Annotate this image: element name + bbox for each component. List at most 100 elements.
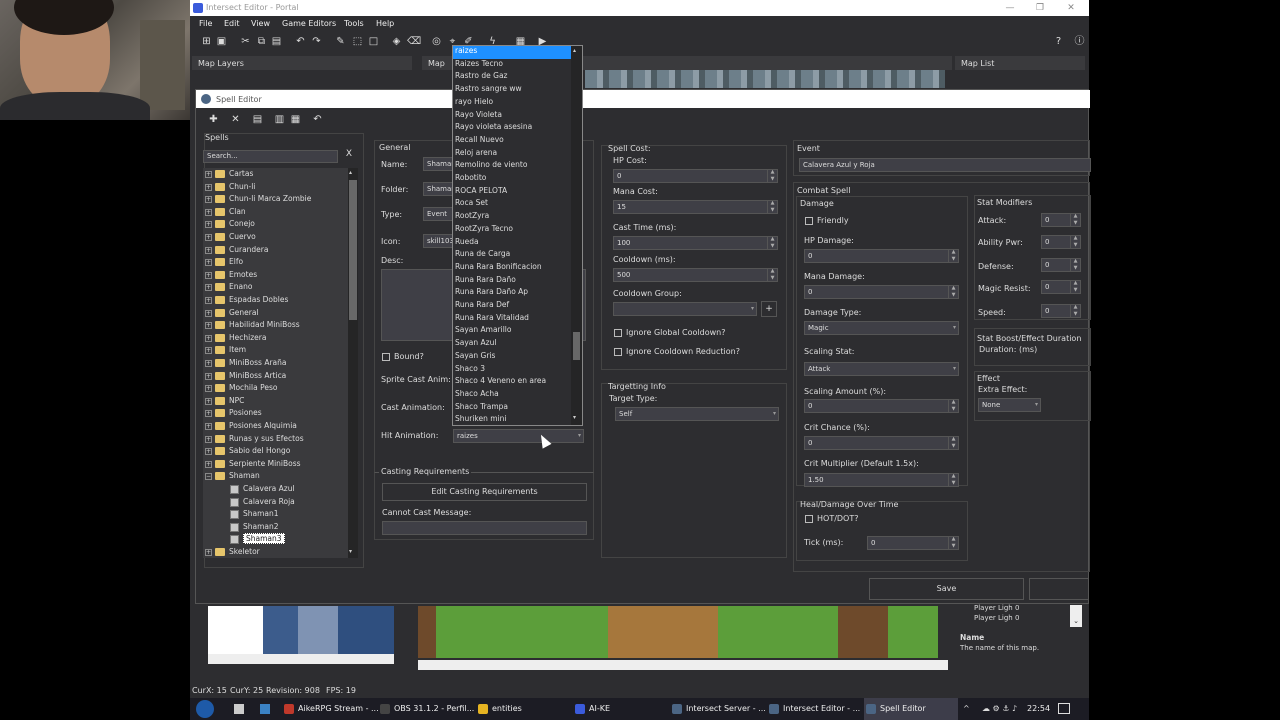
- hot-dot-checkbox[interactable]: [805, 515, 813, 523]
- menu-game-editors[interactable]: Game Editors: [282, 19, 336, 28]
- tree-scroll-up-icon[interactable]: ▴: [349, 169, 352, 176]
- menu-tools[interactable]: Tools: [344, 19, 364, 28]
- animation-option[interactable]: Rayo violeta asesina: [453, 122, 572, 135]
- map-tab-title[interactable]: Map: [428, 59, 445, 68]
- animation-option[interactable]: Shaco Acha: [453, 389, 572, 402]
- tree-folder[interactable]: + Serpiente MiniBoss: [203, 458, 348, 471]
- magic-resist-spinner-icon[interactable]: ▲ ▼: [1070, 281, 1080, 293]
- tree-folder[interactable]: + Espadas Dobles: [203, 294, 348, 307]
- menu-help[interactable]: Help: [376, 19, 394, 28]
- tree-folder[interactable]: + NPC: [203, 395, 348, 408]
- edit-casting-requirements-button[interactable]: Edit Casting Requirements: [382, 483, 587, 501]
- scaling-stat-arrow-icon[interactable]: ▾: [953, 365, 956, 372]
- mana-damage-input[interactable]: 0 ▲ ▼: [804, 285, 959, 299]
- tree-folder[interactable]: + Cartas: [203, 168, 348, 181]
- anim-scroll-up-icon[interactable]: ▴: [573, 47, 576, 54]
- add-cooldown-group-button[interactable]: +: [761, 301, 777, 317]
- copy-icon[interactable]: ⧉: [256, 36, 267, 47]
- cast-time-input[interactable]: 100 ▲ ▼: [613, 236, 778, 250]
- event-dropdown[interactable]: Calavera Azul y Roja: [799, 158, 1091, 172]
- tree-folder[interactable]: + Posiones Alquimia: [203, 420, 348, 433]
- expand-icon[interactable]: +: [205, 221, 212, 229]
- spell-search-input[interactable]: Search...: [203, 150, 338, 163]
- expand-icon[interactable]: +: [205, 435, 212, 443]
- animation-option[interactable]: Shaco Trampa: [453, 402, 572, 415]
- ignore-global-cooldown-checkbox[interactable]: [614, 329, 622, 337]
- mana-cost-input[interactable]: 15 ▲ ▼: [613, 200, 778, 214]
- close-icon[interactable]: ✕: [1056, 1, 1086, 15]
- spell-tree[interactable]: + Cartas + Chun-li + Chun-li Marca Zombie + Cla…: [203, 168, 348, 558]
- redo-icon[interactable]: ↷: [311, 36, 322, 47]
- defense-input[interactable]: 0 ▲ ▼: [1041, 258, 1081, 272]
- animation-option[interactable]: Rayo Violeta: [453, 110, 572, 123]
- collapse-icon[interactable]: −: [205, 473, 212, 481]
- cooldown-input[interactable]: 500 ▲ ▼: [613, 268, 778, 282]
- tree-scroll-thumb[interactable]: [349, 180, 357, 320]
- tree-folder[interactable]: + Chun-li: [203, 181, 348, 194]
- vscode-icon[interactable]: [260, 704, 270, 714]
- animation-option[interactable]: Rueda: [453, 237, 572, 250]
- damage-type-arrow-icon[interactable]: ▾: [953, 324, 956, 331]
- hit-animation-arrow-icon[interactable]: ▾: [578, 432, 581, 439]
- ignore-cooldown-reduction-checkbox[interactable]: [614, 348, 622, 356]
- animation-option[interactable]: Shaco 3: [453, 364, 572, 377]
- rect-tool-icon[interactable]: □: [368, 36, 379, 47]
- animation-option[interactable]: Runa Rara Bonificacion: [453, 262, 572, 275]
- select-tool-icon[interactable]: ⬚: [352, 36, 363, 47]
- animation-option[interactable]: Runa Rara Def: [453, 300, 572, 313]
- tree-folder[interactable]: − Shaman: [203, 470, 348, 483]
- expand-icon[interactable]: +: [205, 360, 212, 367]
- animation-option[interactable]: Remolino de viento: [453, 160, 572, 173]
- cannot-cast-input[interactable]: [382, 521, 587, 535]
- copy-spell-icon[interactable]: ▤: [252, 114, 263, 125]
- crit-multiplier-input[interactable]: 1.50 ▲ ▼: [804, 473, 959, 487]
- expand-icon[interactable]: +: [205, 460, 212, 468]
- cut-icon[interactable]: ✂: [240, 36, 251, 47]
- screenshot-icon[interactable]: ◎: [431, 36, 442, 47]
- ability-power-input[interactable]: 0 ▲ ▼: [1041, 235, 1081, 249]
- expand-icon[interactable]: +: [205, 208, 212, 216]
- animation-option[interactable]: Roca Set: [453, 198, 572, 211]
- tree-folder[interactable]: + Posiones: [203, 407, 348, 420]
- clear-search-button[interactable]: X: [342, 149, 356, 163]
- tree-spell[interactable]: Shaman2: [203, 521, 348, 534]
- maximize-icon[interactable]: ❐: [1025, 1, 1055, 15]
- animation-option[interactable]: Shuriken mini: [453, 414, 572, 425]
- cancel-button[interactable]: [1029, 578, 1089, 600]
- map-hscroll[interactable]: [418, 660, 948, 670]
- tree-spell[interactable]: Shaman1: [203, 508, 348, 521]
- cast-time-spinner-icon[interactable]: ▲ ▼: [767, 237, 777, 249]
- expand-icon[interactable]: +: [205, 397, 212, 405]
- expand-icon[interactable]: +: [205, 410, 212, 418]
- taskbar-item[interactable]: Intersect Server - ...: [670, 698, 766, 720]
- animation-option[interactable]: Runa Rara Vitalidad: [453, 313, 572, 326]
- ability-power-spinner-icon[interactable]: ▲ ▼: [1070, 236, 1080, 248]
- tree-folder[interactable]: + Conejo: [203, 218, 348, 231]
- speed-input[interactable]: 0 ▲ ▼: [1041, 304, 1081, 318]
- animation-option[interactable]: Runa Rara Daño: [453, 275, 572, 288]
- hp-damage-spinner-icon[interactable]: ▲ ▼: [948, 250, 958, 262]
- animation-option[interactable]: rayo Hielo: [453, 97, 572, 110]
- animation-option[interactable]: Raizes Tecno: [453, 59, 572, 72]
- pen-tool-icon[interactable]: ✎: [335, 36, 346, 47]
- scaling-amount-spinner-icon[interactable]: ▲ ▼: [948, 400, 958, 412]
- expand-icon[interactable]: +: [205, 234, 212, 241]
- animation-option[interactable]: Runa Rara Daño Ap: [453, 287, 572, 300]
- expand-icon[interactable]: +: [205, 259, 212, 267]
- new-spell-icon[interactable]: ✚: [208, 114, 219, 125]
- cooldown-spinner-icon[interactable]: ▲ ▼: [767, 269, 777, 281]
- anim-scroll-down-icon[interactable]: ▾: [573, 414, 576, 421]
- animation-option[interactable]: Sayan Gris: [453, 351, 572, 364]
- hp-cost-input[interactable]: 0 ▲ ▼: [613, 169, 778, 183]
- minimize-icon[interactable]: —: [995, 1, 1025, 15]
- animation-option[interactable]: Sayan Amarillo: [453, 325, 572, 338]
- animation-option[interactable]: Shaco 4 Veneno en area: [453, 376, 572, 389]
- attack-spinner-icon[interactable]: ▲ ▼: [1070, 214, 1080, 226]
- expand-icon[interactable]: +: [205, 448, 212, 456]
- animation-option[interactable]: RootZyra Tecno: [453, 224, 572, 237]
- hit-animation-dropdown[interactable]: raizes ▾: [453, 429, 584, 443]
- expand-icon[interactable]: +: [205, 309, 212, 317]
- tree-spell[interactable]: Calavera Azul: [203, 483, 348, 496]
- new-map-icon[interactable]: ⊞: [201, 36, 212, 47]
- expand-icon[interactable]: +: [205, 334, 212, 342]
